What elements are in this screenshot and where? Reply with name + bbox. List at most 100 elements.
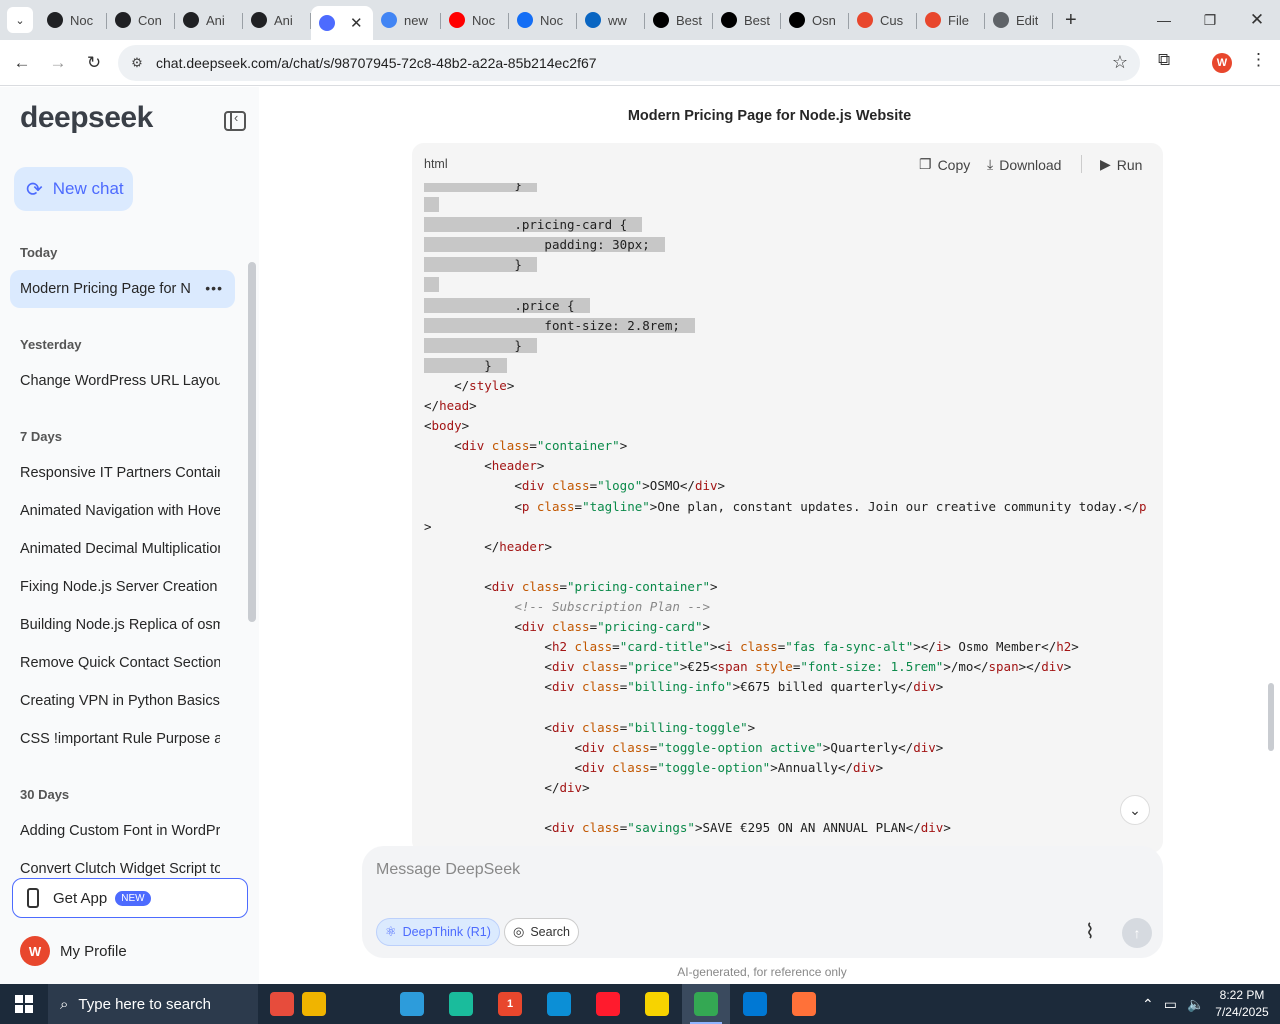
zoom-app[interactable]: 1 xyxy=(486,984,534,1024)
chevron-up-icon[interactable]: ⌃ xyxy=(1142,996,1154,1013)
code-token: font-size: 2.8rem; xyxy=(544,317,680,333)
omnibox[interactable]: ⚙ chat.deepseek.com/a/chat/s/98707945-72… xyxy=(118,45,1140,81)
code-content[interactable]: } .pricing-card { padding: 30px; } .pric… xyxy=(424,175,1159,838)
code-token: } xyxy=(514,337,522,353)
history-item[interactable]: Creating VPN in Python Basics xyxy=(10,682,235,720)
code-token: = xyxy=(612,639,620,655)
browser-tab[interactable]: Ani xyxy=(243,4,311,36)
forward-icon[interactable]: → xyxy=(45,50,71,76)
copy-button[interactable]: ❐ Copy xyxy=(919,156,970,173)
code-token: } xyxy=(484,357,492,373)
close-tab-icon[interactable]: ✕ xyxy=(350,14,363,32)
code-token: > xyxy=(875,759,884,775)
browser-tab[interactable]: Best xyxy=(645,4,713,36)
code-token: div xyxy=(913,679,936,695)
new-chat-button[interactable]: ⟳ New chat xyxy=(14,167,133,211)
volume-icon[interactable]: 🔈 xyxy=(1187,996,1204,1013)
browser-tab[interactable]: Osn xyxy=(781,4,849,36)
snip-app-icon xyxy=(400,992,424,1016)
atom-icon: ⚛ xyxy=(385,924,397,939)
chrome-app[interactable] xyxy=(682,984,730,1024)
snip-app[interactable] xyxy=(388,984,436,1024)
browser-tab[interactable]: ✕ xyxy=(311,6,373,40)
sidebar-scrollbar[interactable] xyxy=(248,262,256,622)
network-icon[interactable]: ▭ xyxy=(1164,996,1177,1013)
history-item[interactable]: Fixing Node.js Server Creation Error xyxy=(10,568,235,606)
bookmark-star-icon[interactable]: ☆ xyxy=(1112,52,1128,73)
firefox-app[interactable] xyxy=(780,984,828,1024)
browser-tab[interactable]: Best xyxy=(713,4,781,36)
url-text[interactable]: chat.deepseek.com/a/chat/s/98707945-72c8… xyxy=(156,55,597,71)
site-info-icon[interactable]: ⚙ xyxy=(126,52,148,74)
history-item[interactable]: CSS !important Rule Purpose and xyxy=(10,720,235,758)
code-header: html ❐ Copy ⤓ Download ▶ Run xyxy=(412,143,1163,183)
scroll-to-bottom-button[interactable]: ⌄ xyxy=(1120,795,1150,825)
history-item[interactable]: Animated Navigation with Hover xyxy=(10,492,235,530)
code-token: > xyxy=(702,619,710,635)
code-text: <div class="billing-info">€675 billed qu… xyxy=(424,679,943,694)
minimize-icon[interactable]: — xyxy=(1141,0,1187,40)
back-icon[interactable]: ← xyxy=(9,50,35,76)
download-button[interactable]: ⤓ Download xyxy=(987,156,1061,173)
code-token: </ xyxy=(454,377,470,393)
browser-tab[interactable]: File xyxy=(917,4,985,36)
chevron-down-icon: ⌄ xyxy=(1129,801,1141,818)
browser-tab[interactable]: Ani xyxy=(175,4,243,36)
tab-search-button[interactable]: ⌄ xyxy=(7,7,33,33)
browser-profile-avatar[interactable]: W xyxy=(1212,53,1232,73)
browser-tab[interactable]: Cus xyxy=(849,4,917,36)
browser-tab[interactable]: new xyxy=(373,4,441,36)
browser-tab[interactable]: Con xyxy=(107,4,175,36)
chrome-app-icon xyxy=(694,992,718,1016)
start-button[interactable] xyxy=(0,984,48,1024)
opera-app[interactable] xyxy=(584,984,632,1024)
browser-tab[interactable]: ww xyxy=(577,4,645,36)
browser-tab[interactable]: Edit xyxy=(985,4,1053,36)
code-text: <div class="pricing-container"> xyxy=(424,579,717,594)
get-app-button[interactable]: Get App NEW xyxy=(12,878,248,918)
taskbar-search[interactable]: ⌕ Type here to search xyxy=(48,984,258,1024)
close-window-icon[interactable]: ✕ xyxy=(1234,0,1280,40)
run-button[interactable]: ▶ Run xyxy=(1100,156,1142,173)
search-toggle[interactable]: ◎ Search xyxy=(504,918,579,946)
more-options-icon[interactable]: ••• xyxy=(205,280,223,296)
code-token: i xyxy=(725,639,733,655)
deepthink-toggle[interactable]: ⚛ DeepThink (R1) xyxy=(376,918,500,946)
edge-app[interactable] xyxy=(535,984,583,1024)
history-item[interactable]: Change WordPress URL Layout Guide xyxy=(10,362,235,400)
collapse-sidebar-icon[interactable] xyxy=(224,110,246,131)
browser-tab[interactable]: Noc xyxy=(441,4,509,36)
history-item[interactable]: Animated Decimal Multiplication xyxy=(10,530,235,568)
windows-logo-icon xyxy=(15,995,33,1013)
history-item[interactable]: Adding Custom Font in WordPress xyxy=(10,812,235,850)
history-item[interactable]: Remove Quick Contact Section in xyxy=(10,644,235,682)
my-profile-button[interactable]: W My Profile xyxy=(20,936,127,966)
sticky-notes-app[interactable] xyxy=(633,984,681,1024)
new-tab-icon[interactable]: + xyxy=(1065,9,1077,32)
history-item-label: Remove Quick Contact Section in xyxy=(20,655,220,671)
code-token: class xyxy=(567,639,613,655)
vscode-app[interactable] xyxy=(731,984,779,1024)
send-button[interactable]: ↑ xyxy=(1122,918,1152,948)
restore-icon[interactable]: ❐ xyxy=(1187,0,1233,40)
browser-tab[interactable]: Noc xyxy=(509,4,577,36)
app-diamond[interactable] xyxy=(437,984,485,1024)
history-item[interactable]: Responsive IT Partners Container xyxy=(10,454,235,492)
message-input[interactable]: Message DeepSeek xyxy=(376,861,520,879)
browser-tab[interactable]: Noc xyxy=(39,4,107,36)
explorer-app[interactable] xyxy=(290,984,338,1024)
clock[interactable]: 8:22 PM 7/24/2025 xyxy=(1212,987,1272,1021)
main-scrollbar[interactable] xyxy=(1268,683,1274,751)
history-item[interactable]: Modern Pricing Page for Node.js Website •… xyxy=(10,270,235,308)
history-item[interactable]: Building Node.js Replica of osmo xyxy=(10,606,235,644)
extensions-icon[interactable]: ⧉ xyxy=(1158,50,1170,70)
browser-tab-label: Noc xyxy=(472,12,496,28)
code-token: > xyxy=(935,679,944,695)
code-token: div xyxy=(551,659,575,675)
search-label: Search xyxy=(530,925,570,939)
history-item-label: Change WordPress URL Layout Guide xyxy=(20,373,220,389)
reload-icon[interactable]: ↻ xyxy=(81,50,107,76)
menu-dots-icon[interactable]: ⋮ xyxy=(1250,50,1267,70)
code-line: <header> xyxy=(424,456,1159,476)
paperclip-icon[interactable]: ⌇ xyxy=(1085,919,1095,944)
